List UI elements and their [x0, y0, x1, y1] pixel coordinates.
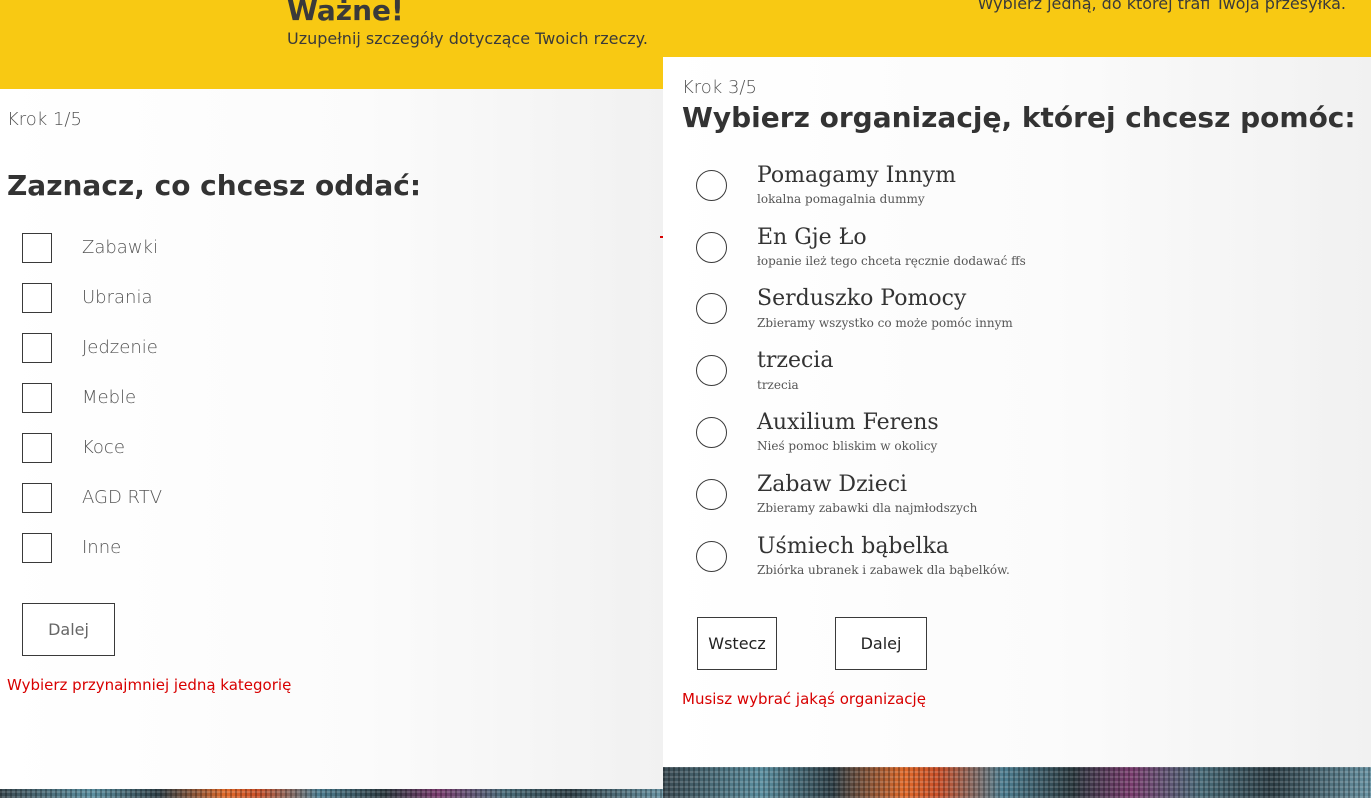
checkbox-agd-rtv[interactable]	[22, 483, 52, 513]
organization-name: Zabaw Dzieci	[757, 472, 908, 497]
organization-description: Zbieramy zabawki dla najmłodszych	[757, 501, 978, 515]
radio-serduszko-pomocy[interactable]	[696, 293, 727, 324]
checkbox-meble[interactable]	[22, 383, 52, 413]
organization-name: Uśmiech bąbelka	[757, 534, 950, 559]
radio-zabaw-dzieci[interactable]	[696, 479, 727, 510]
step-indicator: Krok 3/5	[682, 77, 757, 98]
checkbox-koce[interactable]	[22, 433, 52, 463]
category-label: Inne	[82, 537, 122, 558]
organization-description: łopanie ileż tego chceta ręcznie dodawać…	[757, 254, 1026, 268]
category-label: AGD RTV	[82, 487, 163, 508]
radio-pomagamy-innym[interactable]	[696, 170, 727, 201]
checkbox-inne[interactable]	[22, 533, 52, 563]
radio-auxilium-ferens[interactable]	[696, 417, 727, 448]
category-label: Meble	[82, 387, 137, 408]
info-banner: Ważne! Uzupełnij szczegóły dotyczące Two…	[0, 0, 663, 89]
banner-text: Uzupełnij szczegóły dotyczące Twoich rze…	[287, 29, 648, 48]
info-banner: Wybierz jedną, do której trafi Twoja prz…	[663, 0, 1371, 57]
next-button[interactable]: Dalej	[22, 603, 115, 656]
checkbox-zabawki[interactable]	[22, 233, 52, 263]
category-label: Zabawki	[82, 237, 158, 258]
validation-error: Wybierz przynajmniej jedną kategorię	[7, 676, 292, 694]
organization-description: Zbiórka ubranek i zabawek dla bąbelków.	[757, 563, 1010, 577]
organization-name: trzecia	[757, 348, 834, 373]
next-button[interactable]: Dalej	[835, 617, 927, 670]
organization-description: Zbieramy wszystko co może pomóc innym	[757, 316, 1013, 330]
organization-description: lokalna pomagalnia dummy	[757, 192, 925, 206]
banner-title: Ważne!	[287, 0, 404, 27]
organization-name: Pomagamy Innym	[757, 163, 956, 188]
organization-name: Auxilium Ferens	[757, 410, 939, 435]
category-label: Jedzenie	[82, 337, 158, 358]
organization-description: Nieś pomoc bliskim w okolicy	[757, 439, 938, 453]
banner-text: Wybierz jedną, do której trafi Twoja prz…	[977, 0, 1346, 13]
validation-error: Musisz wybrać jakąś organizację	[682, 690, 926, 708]
category-label: Koce	[82, 437, 125, 458]
back-button[interactable]: Wstecz	[697, 617, 777, 670]
category-label: Ubrania	[82, 287, 153, 308]
checkbox-ubrania[interactable]	[22, 283, 52, 313]
fabric-background-image	[663, 767, 1371, 798]
step-indicator: Krok 1/5	[7, 109, 82, 130]
form-heading: Wybierz organizację, której chcesz pomóc…	[682, 101, 1356, 134]
organization-name: Serduszko Pomocy	[757, 286, 967, 311]
radio-trzecia[interactable]	[696, 355, 727, 386]
form-heading: Zaznacz, co chcesz oddać:	[7, 169, 422, 202]
radio-en-gje-lo[interactable]	[696, 232, 727, 263]
organization-name: En Gje Ło	[757, 225, 867, 250]
step3-panel: Wybierz jedną, do której trafi Twoja prz…	[663, 0, 1371, 798]
organization-description: trzecia	[757, 378, 799, 392]
radio-usmiech-babelka[interactable]	[696, 541, 727, 572]
fabric-background-image	[0, 789, 663, 798]
step1-panel: Ważne! Uzupełnij szczegóły dotyczące Two…	[0, 0, 663, 798]
checkbox-jedzenie[interactable]	[22, 333, 52, 363]
